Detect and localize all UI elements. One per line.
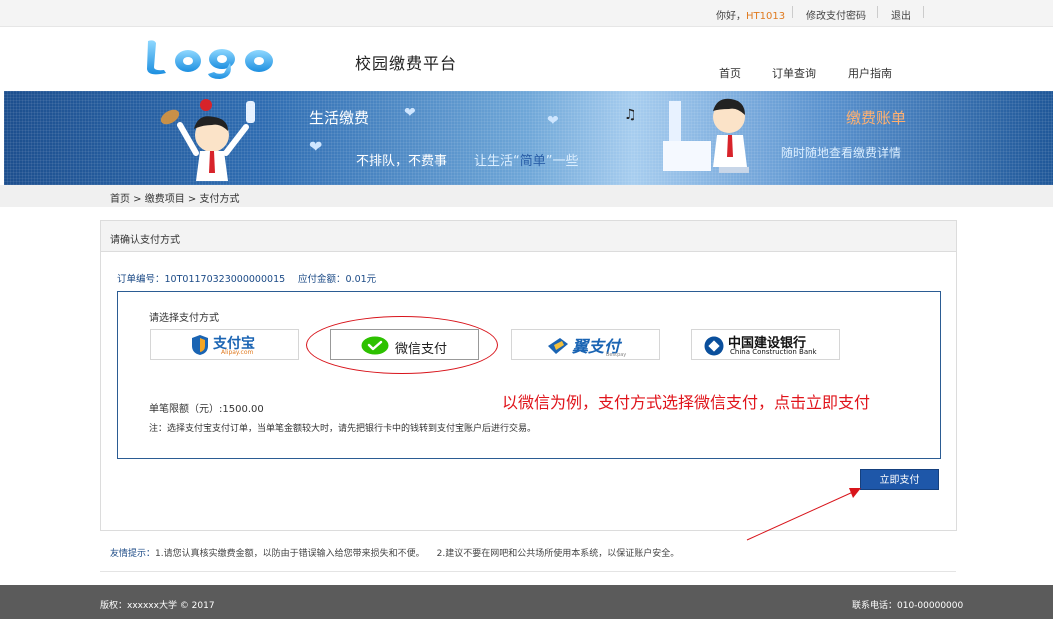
divider bbox=[877, 6, 878, 18]
bird-icon: ❤ bbox=[309, 137, 323, 156]
logo[interactable] bbox=[144, 37, 284, 83]
bestpay-icon bbox=[548, 338, 568, 354]
divider bbox=[100, 571, 956, 572]
order-number: 订单编号：10T01170323000000015 bbox=[117, 274, 286, 285]
annotation-arrow-icon bbox=[746, 488, 861, 541]
single-limit: 单笔限额（元）:1500.00 bbox=[149, 404, 264, 415]
banner-slogan: 让生活“简单”一些 bbox=[474, 154, 579, 169]
annotation-text: 以微信为例，支付方式选择微信支付，点击立即支付 bbox=[502, 393, 871, 412]
bestpay-option[interactable]: 翼支付 Bestpay bbox=[511, 329, 660, 360]
divider bbox=[923, 6, 924, 18]
tip-1: 1.请您认真核实缴费金额，以防由于错误输入给您带来损失和不便。 bbox=[155, 549, 425, 559]
greeting: 你好，HT1013 bbox=[716, 11, 786, 22]
banner-no-queue: 不排队，不费事 bbox=[356, 154, 448, 169]
highlight-ellipse bbox=[306, 316, 498, 374]
alipay-option[interactable]: 支付宝 Alipay.com bbox=[150, 329, 299, 360]
change-pay-password-link[interactable]: 修改支付密码 bbox=[806, 7, 866, 22]
copyright: 版权：xxxxxx大学 © 2017 bbox=[100, 601, 215, 611]
alipay-icon bbox=[192, 335, 208, 355]
cartoon-man-icon bbox=[160, 99, 255, 181]
ccb-option[interactable]: 中国建设银行 China Construction Bank bbox=[691, 329, 840, 360]
nav-home[interactable]: 首页 bbox=[719, 65, 741, 81]
panel-header bbox=[101, 221, 956, 252]
cartoon-desk-icon bbox=[663, 98, 749, 173]
bird-icon: ❤ bbox=[547, 113, 559, 129]
top-bar: 你好，HT1013 修改支付密码 退出 bbox=[0, 0, 1053, 27]
choose-method-label: 请选择支付方式 bbox=[149, 313, 219, 324]
banner-life-pay: 生活缴费 bbox=[309, 109, 370, 127]
breadcrumb[interactable]: 首页 > 缴费项目 > 支付方式 bbox=[110, 190, 239, 205]
music-note-icon: ♫ bbox=[624, 107, 637, 123]
banner-bill-title: 缴费账单 bbox=[846, 109, 907, 127]
alipay-note: 注：选择支付宝支付订单，当单笔金额较大时，请先把银行卡中的钱转到支付宝账户后进行… bbox=[149, 424, 537, 434]
contact-phone: 联系电话：010-00000000 bbox=[852, 601, 964, 611]
nav-order-query[interactable]: 订单查询 bbox=[772, 65, 816, 81]
banner-bill-subtitle: 随时随地查看缴费详情 bbox=[781, 146, 902, 160]
pay-now-button[interactable]: 立即支付 bbox=[860, 469, 939, 490]
panel-title: 请确认支付方式 bbox=[110, 235, 180, 246]
alipay-sub: Alipay.com bbox=[221, 349, 254, 356]
logo-graphic bbox=[147, 40, 273, 79]
nav-user-guide[interactable]: 用户指南 bbox=[848, 65, 892, 81]
friendly-tips: 友情提示：1.请您认真核实缴费金额，以防由于错误输入给您带来损失和不便。 2.建议… bbox=[110, 546, 679, 559]
username[interactable]: HT1013 bbox=[746, 11, 785, 22]
tip-2: 2.建议不要在网吧和公共场所使用本系统，以保证账户安全。 bbox=[436, 549, 680, 559]
bird-icon: ❤ bbox=[404, 105, 416, 121]
divider bbox=[792, 6, 793, 18]
banner: 生活缴费 ❤ ❤ 不排队，不费事 让生活“简单”一些 ❤ ♫ 缴费账单 随时随地… bbox=[4, 91, 1053, 185]
amount-due: 应付金额：0.01元 bbox=[298, 274, 377, 285]
bestpay-sub: Bestpay bbox=[606, 352, 627, 358]
tips-label: 友情提示： bbox=[110, 549, 156, 559]
ccb-sub: China Construction Bank bbox=[730, 348, 817, 356]
logout-link[interactable]: 退出 bbox=[891, 7, 911, 22]
ccb-icon bbox=[704, 336, 724, 356]
site-title: 校园缴费平台 bbox=[355, 54, 458, 73]
